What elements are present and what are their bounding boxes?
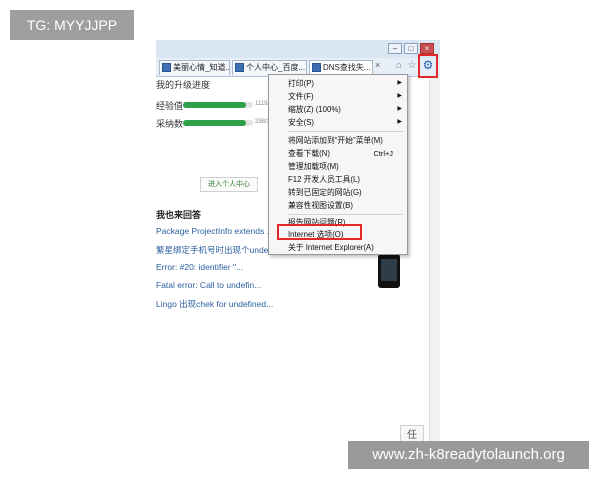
submenu-arrow-icon: ▶ bbox=[397, 106, 402, 112]
tab-label: DNS查找失... bbox=[323, 63, 371, 72]
enter-personal-center-button[interactable]: 进入个人中心 bbox=[200, 177, 258, 192]
tab-label: 个人中心_百度... bbox=[246, 63, 306, 72]
title-bar: – □ × bbox=[156, 40, 440, 58]
menu-item-label: 缩放(Z) (100%) bbox=[288, 105, 341, 114]
exp-progress-number: 1119/ bbox=[255, 101, 270, 107]
corner-button[interactable]: 任 bbox=[400, 425, 424, 441]
menu-separator bbox=[287, 131, 403, 132]
phone-screen bbox=[381, 259, 397, 281]
menu-item-label: 打印(P) bbox=[288, 79, 314, 88]
submenu-arrow-icon: ▶ bbox=[397, 93, 402, 99]
internet-options-highlight-box bbox=[277, 224, 362, 240]
menu-item-label: 文件(F) bbox=[288, 92, 314, 101]
minimize-button[interactable]: – bbox=[388, 43, 402, 54]
exp-progress-fill bbox=[183, 102, 246, 108]
submenu-arrow-icon: ▶ bbox=[397, 119, 402, 125]
maximize-button[interactable]: □ bbox=[404, 43, 418, 54]
tab-dns-error[interactable]: DNS查找失... bbox=[309, 60, 373, 75]
question-link[interactable]: 繁星绑定手机号时出现个undefi... bbox=[156, 244, 280, 256]
menu-item-manage-addons[interactable]: 管理加载项(M) bbox=[269, 160, 407, 173]
menu-item-print[interactable]: 打印(P) ▶ bbox=[269, 77, 407, 90]
tab-label: 美丽心情_知道... bbox=[173, 63, 230, 72]
close-window-button[interactable]: × bbox=[420, 43, 434, 54]
menu-item-label: 管理加载项(M) bbox=[288, 162, 339, 171]
progress-label-adopted: 采纳数 bbox=[156, 119, 184, 129]
menu-item-dev-tools[interactable]: F12 开发人员工具(L) bbox=[269, 173, 407, 186]
question-link[interactable]: Error: #20: identifier "... bbox=[156, 262, 243, 272]
menu-item-label: 关于 Internet Explorer(A) bbox=[288, 243, 374, 252]
progress-label-exp: 经验值 bbox=[156, 101, 184, 111]
watermark-bottom-right: www.zh-k8readytolaunch.org bbox=[348, 441, 589, 469]
menu-item-file[interactable]: 文件(F) ▶ bbox=[269, 90, 407, 103]
home-icon[interactable]: ⌂ bbox=[393, 60, 405, 72]
watermark-top-left: TG: MYYJJPP bbox=[10, 10, 134, 40]
menu-item-view-downloads[interactable]: 查看下载(N) Ctrl+J bbox=[269, 147, 407, 160]
exp-progress-bar bbox=[183, 102, 253, 108]
tab-meili-xinqing[interactable]: 美丽心情_知道... bbox=[159, 60, 230, 75]
menu-item-label: 兼容性视图设置(B) bbox=[288, 201, 353, 210]
submenu-arrow-icon: ▶ bbox=[397, 80, 402, 86]
progress-header: 我的升级进度 bbox=[156, 80, 211, 90]
menu-item-label: 查看下载(N) bbox=[288, 149, 331, 158]
menu-item-label: F12 开发人员工具(L) bbox=[288, 175, 360, 184]
menu-item-about-ie[interactable]: 关于 Internet Explorer(A) bbox=[269, 241, 407, 254]
tab-favicon-icon bbox=[312, 63, 321, 72]
adopted-progress-fill bbox=[183, 120, 246, 126]
menu-item-label: 将网站添加到“开始”菜单(M) bbox=[288, 136, 383, 145]
tab-favicon-icon bbox=[235, 63, 244, 72]
menu-item-zoom[interactable]: 缩放(Z) (100%) ▶ bbox=[269, 103, 407, 116]
tab-personal-center[interactable]: 个人中心_百度... bbox=[232, 60, 307, 75]
phone-image bbox=[378, 254, 400, 288]
menu-item-shortcut: Ctrl+J bbox=[373, 149, 393, 158]
question-link[interactable]: Fatal error: Call to undefin... bbox=[156, 280, 261, 290]
menu-item-add-to-start[interactable]: 将网站添加到“开始”菜单(M) bbox=[269, 134, 407, 147]
tab-favicon-icon bbox=[162, 63, 171, 72]
question-link[interactable]: Package ProjectInfo extends ... bbox=[156, 226, 274, 236]
menu-item-label: 安全(S) bbox=[288, 118, 314, 127]
adopted-progress-bar bbox=[183, 120, 253, 126]
question-link[interactable]: Lingo 出现chek for undefined... bbox=[156, 298, 273, 310]
tab-close-icon[interactable]: × bbox=[375, 60, 380, 70]
menu-item-label: 转到已固定的网站(G) bbox=[288, 188, 362, 197]
menu-separator bbox=[287, 214, 403, 215]
menu-item-pinned-sites[interactable]: 转到已固定的网站(G) bbox=[269, 186, 407, 199]
star-icon[interactable]: ☆ bbox=[406, 60, 418, 72]
page-scrollbar[interactable] bbox=[429, 76, 440, 441]
menu-item-safety[interactable]: 安全(S) ▶ bbox=[269, 116, 407, 129]
menu-item-compat-view[interactable]: 兼容性视图设置(B) bbox=[269, 199, 407, 212]
answer-section-title: 我也来回答 bbox=[156, 210, 202, 220]
gear-highlight-box bbox=[418, 54, 438, 78]
